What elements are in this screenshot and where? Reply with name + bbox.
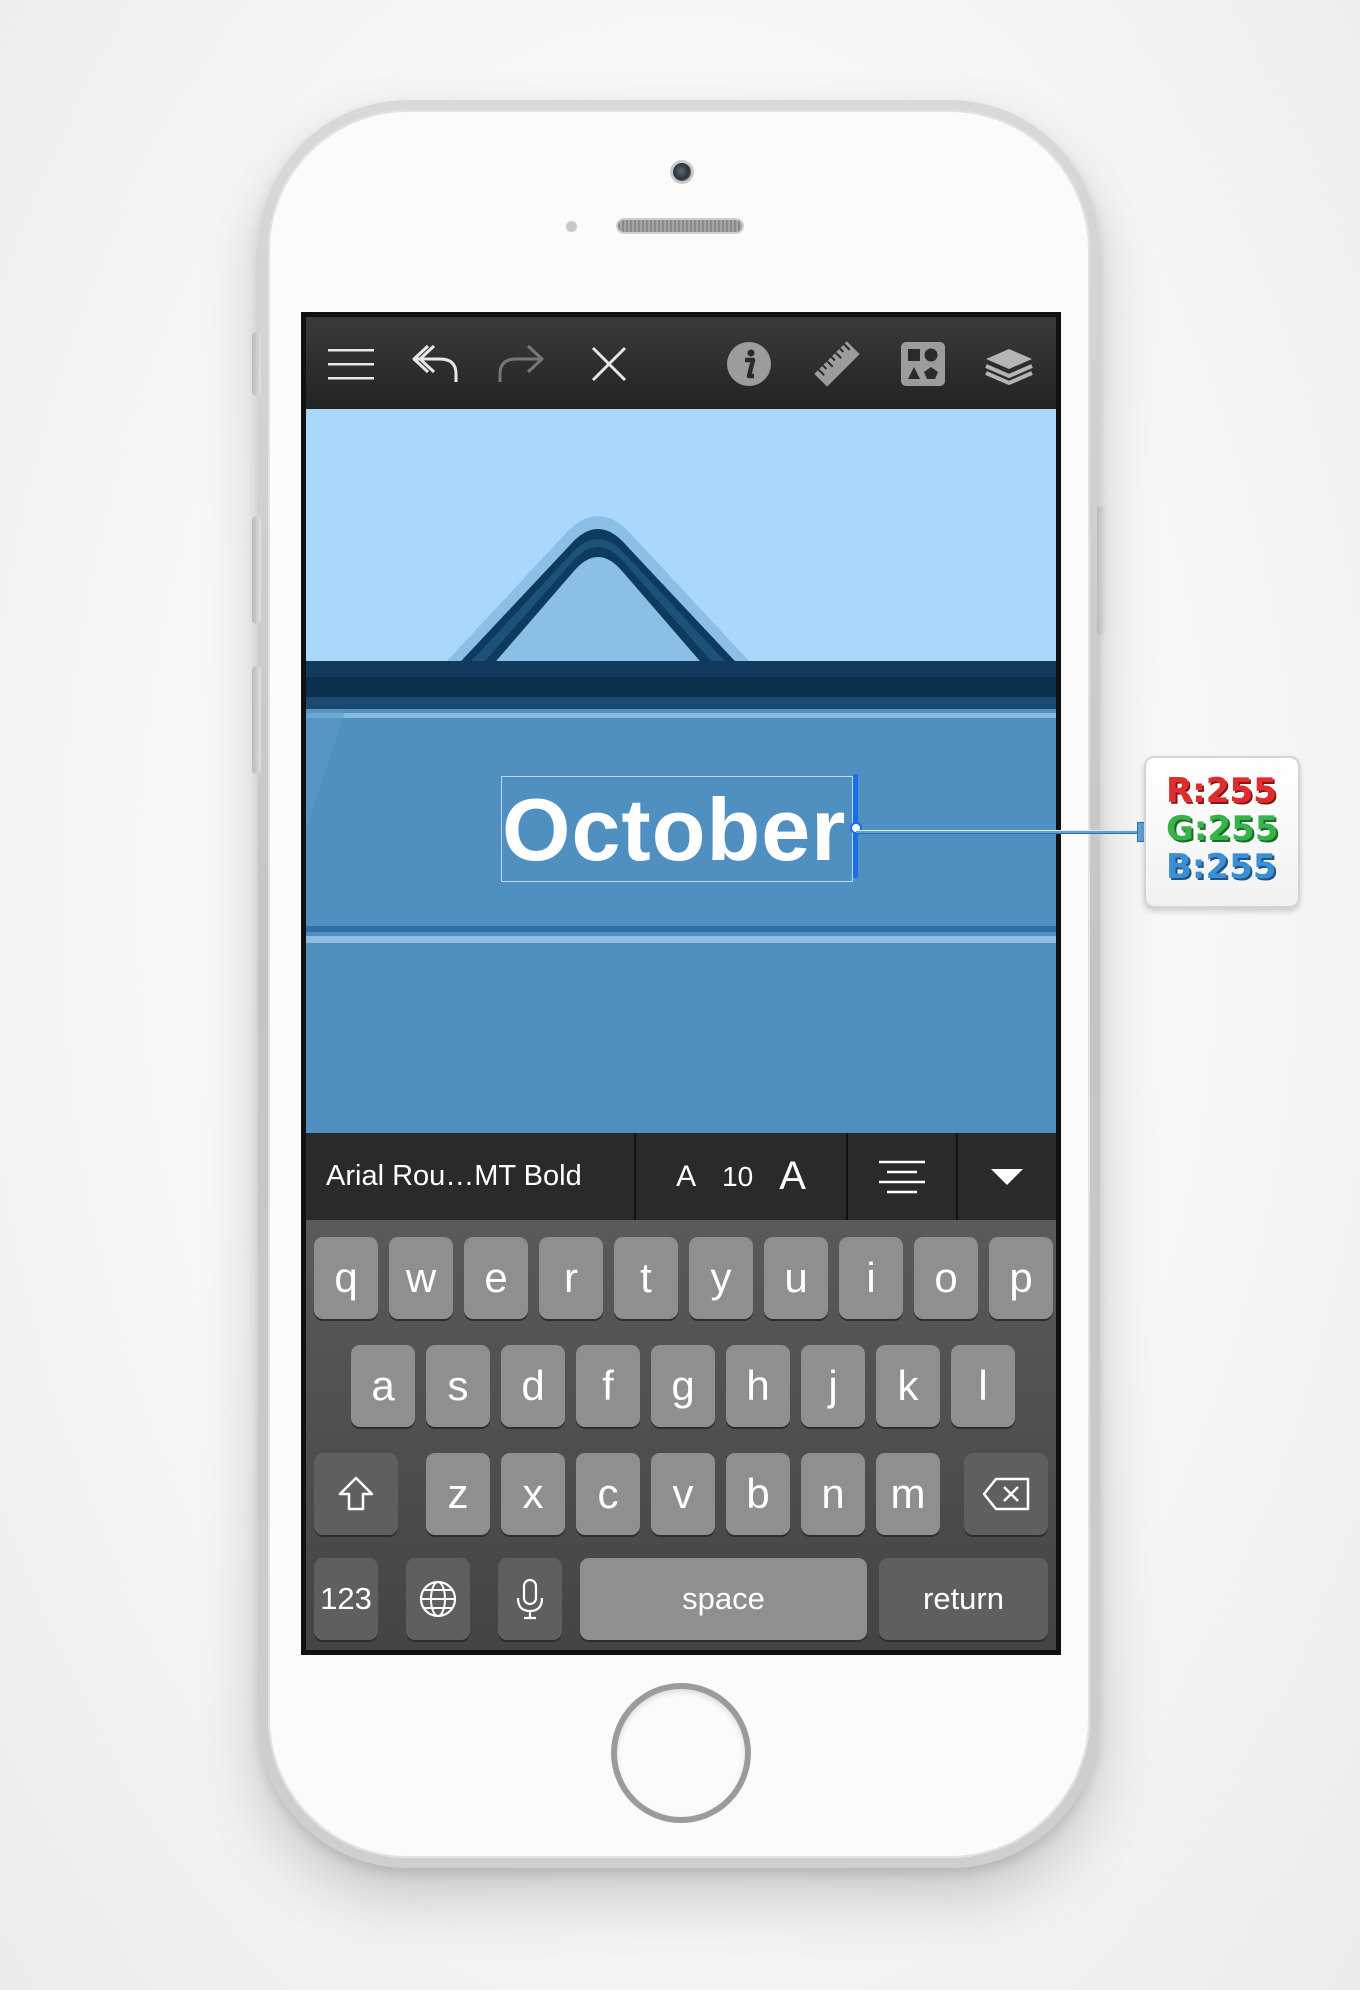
- power-button: [1097, 506, 1106, 636]
- font-name-label: Arial Rou…MT Bold: [326, 1160, 582, 1192]
- numbers-key[interactable]: 123: [314, 1558, 378, 1640]
- key-g[interactable]: g: [651, 1345, 715, 1427]
- key-l[interactable]: l: [951, 1345, 1015, 1427]
- info-button[interactable]: [722, 337, 776, 391]
- mute-switch: [252, 332, 261, 396]
- color-leader-line: [856, 830, 1144, 834]
- delete-key[interactable]: [964, 1453, 1048, 1535]
- key-z[interactable]: z: [426, 1453, 490, 1535]
- redo-icon: [498, 344, 544, 382]
- blue-value: B:255: [1166, 847, 1277, 887]
- key-u[interactable]: u: [764, 1237, 828, 1319]
- close-icon: [591, 346, 627, 382]
- microphone-icon: [516, 1578, 544, 1620]
- color-value-tag: R:255 G:255 B:255: [1144, 756, 1300, 908]
- return-key[interactable]: return: [879, 1558, 1048, 1640]
- key-w[interactable]: w: [389, 1237, 453, 1319]
- key-e[interactable]: e: [464, 1237, 528, 1319]
- key-y[interactable]: y: [689, 1237, 753, 1319]
- microphone-key[interactable]: [498, 1558, 562, 1640]
- align-center-icon: [879, 1160, 925, 1193]
- space-key[interactable]: space: [580, 1558, 867, 1640]
- layers-icon: [985, 349, 1033, 386]
- chevron-down-icon: [991, 1168, 1023, 1185]
- font-name-selector[interactable]: Arial Rou…MT Bold: [306, 1133, 636, 1220]
- backspace-icon: [982, 1477, 1030, 1511]
- shift-key[interactable]: [314, 1453, 398, 1535]
- red-value: R:255: [1166, 771, 1277, 811]
- key-c[interactable]: c: [576, 1453, 640, 1535]
- undo-button[interactable]: [408, 337, 462, 391]
- front-camera: [670, 160, 694, 184]
- october-text[interactable]: October: [502, 777, 854, 883]
- menu-button[interactable]: [324, 337, 378, 391]
- text-box[interactable]: October: [501, 776, 853, 882]
- home-button[interactable]: [611, 1683, 751, 1823]
- key-q[interactable]: q: [314, 1237, 378, 1319]
- more-options-button[interactable]: [958, 1133, 1056, 1220]
- volume-up-button: [252, 516, 261, 624]
- top-toolbar: [306, 317, 1056, 409]
- key-x[interactable]: x: [501, 1453, 565, 1535]
- key-i[interactable]: i: [839, 1237, 903, 1319]
- key-o[interactable]: o: [914, 1237, 978, 1319]
- ruler-button[interactable]: [810, 337, 864, 391]
- increase-size-button[interactable]: A: [779, 1154, 806, 1199]
- key-k[interactable]: k: [876, 1345, 940, 1427]
- keyboard: q w e r t y u i o p a s d f g h j k l z …: [306, 1220, 1056, 1650]
- layers-button[interactable]: [982, 337, 1036, 391]
- earpiece-speaker: [616, 218, 744, 234]
- shapes-button[interactable]: [896, 337, 950, 391]
- key-f[interactable]: f: [576, 1345, 640, 1427]
- proximity-sensor: [566, 221, 577, 232]
- key-s[interactable]: s: [426, 1345, 490, 1427]
- ruler-icon: [814, 341, 860, 387]
- key-j[interactable]: j: [801, 1345, 865, 1427]
- key-r[interactable]: r: [539, 1237, 603, 1319]
- hamburger-icon: [328, 349, 374, 380]
- key-n[interactable]: n: [801, 1453, 865, 1535]
- alignment-button[interactable]: [848, 1133, 958, 1220]
- key-m[interactable]: m: [876, 1453, 940, 1535]
- drawing-canvas[interactable]: October: [306, 409, 1056, 1133]
- close-button[interactable]: [582, 337, 636, 391]
- key-v[interactable]: v: [651, 1453, 715, 1535]
- globe-key[interactable]: [406, 1558, 470, 1640]
- key-p[interactable]: p: [989, 1237, 1053, 1319]
- volume-down-button: [252, 666, 261, 774]
- green-value: G:255: [1166, 809, 1279, 849]
- key-h[interactable]: h: [726, 1345, 790, 1427]
- shapes-icon: [901, 342, 945, 386]
- key-t[interactable]: t: [614, 1237, 678, 1319]
- font-toolbar: Arial Rou…MT Bold A 10 A: [306, 1133, 1056, 1220]
- globe-icon: [419, 1580, 457, 1618]
- key-b[interactable]: b: [726, 1453, 790, 1535]
- key-d[interactable]: d: [501, 1345, 565, 1427]
- font-size-control: A 10 A: [636, 1133, 848, 1220]
- undo-icon: [412, 344, 458, 382]
- font-size-value: 10: [722, 1160, 754, 1192]
- shift-icon: [338, 1476, 374, 1511]
- key-a[interactable]: a: [351, 1345, 415, 1427]
- redo-button[interactable]: [494, 337, 548, 391]
- info-icon: [727, 342, 771, 386]
- screen: October Arial Rou…MT Bold A 10 A q w e r: [301, 312, 1061, 1655]
- calendar-artwork: [306, 516, 1056, 1133]
- decrease-size-button[interactable]: A: [676, 1160, 696, 1194]
